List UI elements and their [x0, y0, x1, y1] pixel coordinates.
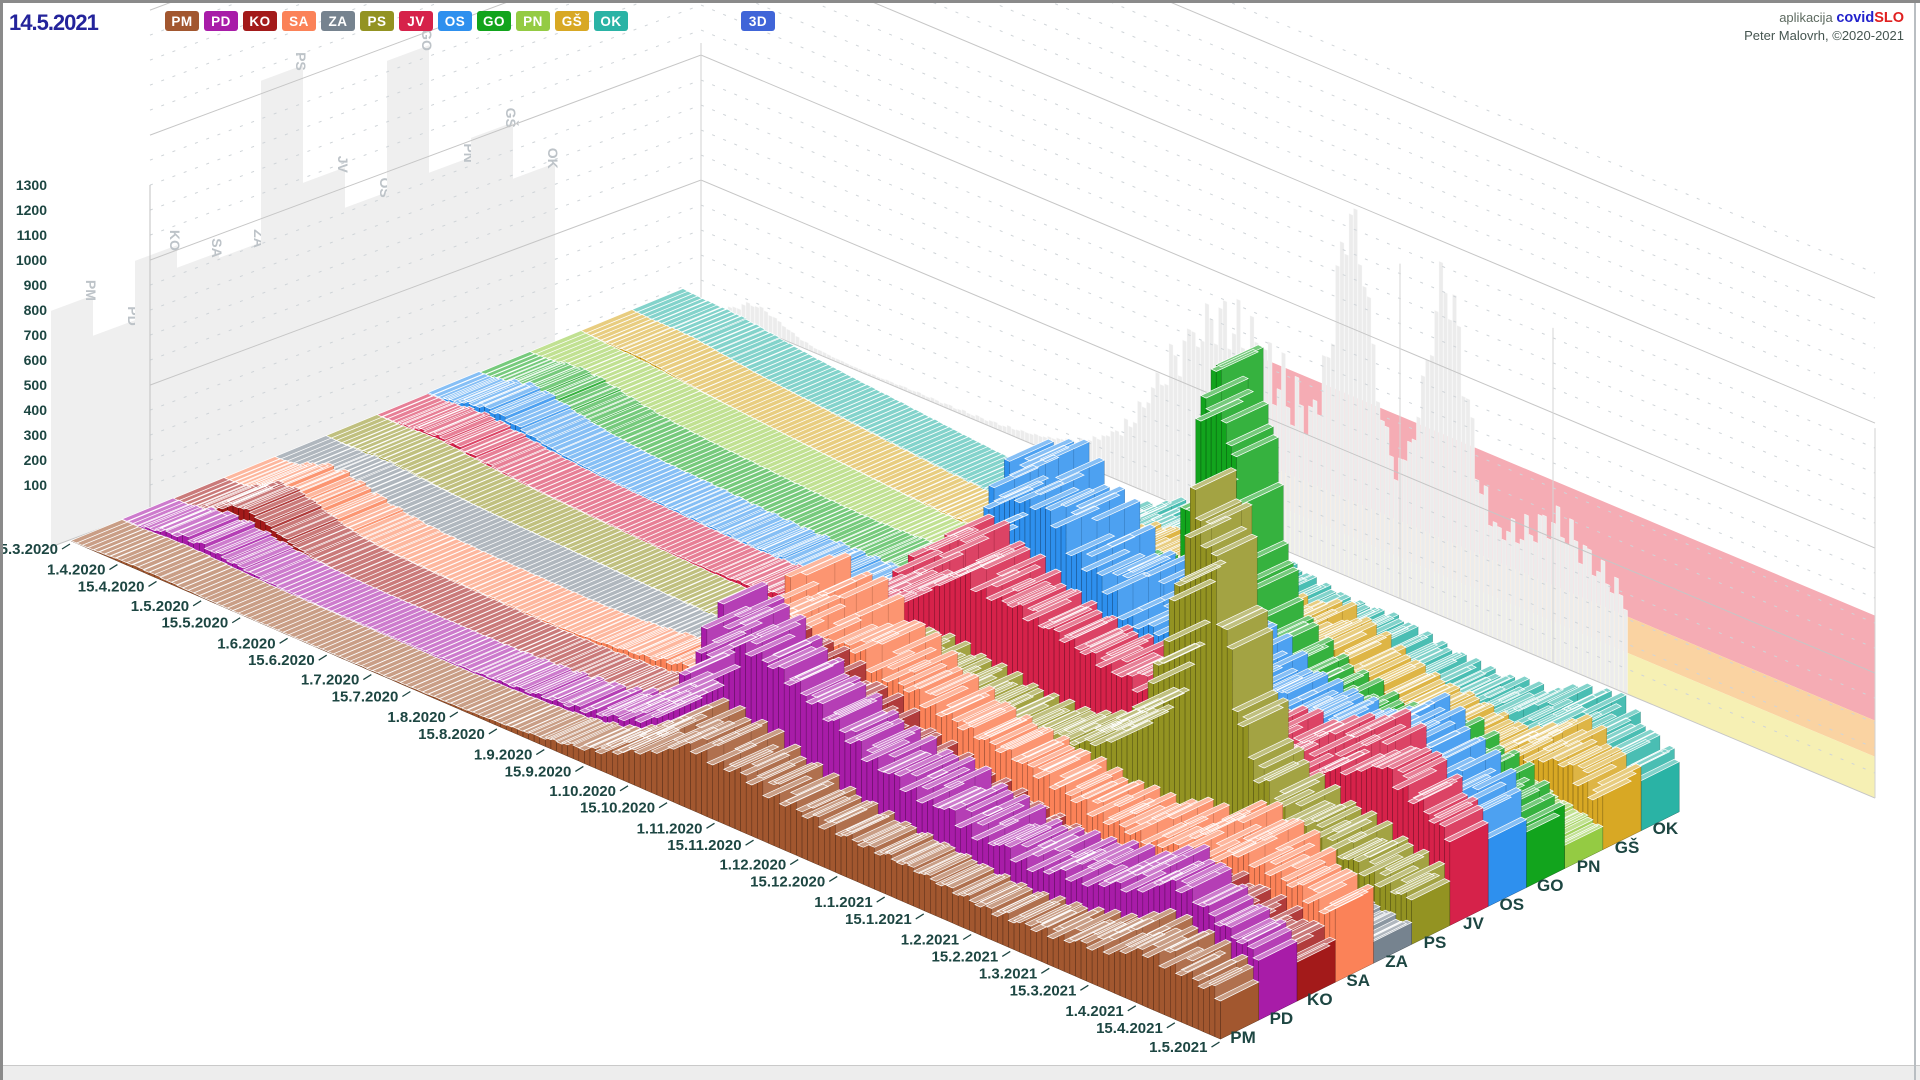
y-tick-100: 100	[24, 477, 48, 493]
date-tick-1.9.2020: 1.9.2020	[474, 747, 532, 764]
legend-chip-PM[interactable]: PM	[165, 11, 199, 31]
date-tick-15.11.2020: 15.11.2020	[667, 837, 741, 854]
wall-bar-SA	[177, 252, 219, 501]
date-tick-15.9.2020: 15.9.2020	[505, 763, 572, 780]
legend-chip-GO[interactable]: GO	[477, 11, 511, 31]
wall-bar-label-JV: JV	[335, 156, 351, 174]
wall-bar-PN	[429, 157, 471, 407]
date-tick-15.2.2021: 15.2.2021	[931, 948, 998, 965]
bottom-strip	[3, 1065, 1920, 1080]
region-label-OS: OS	[1500, 895, 1525, 914]
y-tick-900: 900	[24, 277, 48, 293]
legend-chip-OS[interactable]: OS	[438, 11, 472, 31]
wall-bar-KO	[135, 245, 177, 516]
region-label-OK: OK	[1653, 819, 1679, 838]
date-tick-15.1.2021: 15.1.2021	[845, 911, 912, 928]
y-tick-800: 800	[24, 302, 48, 318]
date-tick-1.1.2021: 1.1.2021	[814, 894, 872, 911]
wall-bar-label-GŠ: GŠ	[503, 108, 520, 128]
y-tick-600: 600	[24, 352, 48, 368]
date-tick-15.10.2020: 15.10.2020	[580, 800, 655, 817]
y-tick-400: 400	[24, 402, 48, 418]
date-tick-1.10.2020: 1.10.2020	[549, 783, 616, 800]
app-title: aplikacija covidSLO	[1744, 9, 1904, 27]
legend-chip-PS[interactable]: PS	[360, 11, 394, 31]
y-tick-1200: 1200	[16, 202, 47, 218]
region-label-SA: SA	[1346, 971, 1370, 990]
covidslo-window: PM PD KO SA ZA PS JV OS GO PN GŠ OK 100 200 300 400 500 6…	[0, 0, 1920, 1080]
mode-3d-button[interactable]: 3D	[741, 11, 775, 31]
legend-chip-KO[interactable]: KO	[243, 11, 277, 31]
window-right-edge	[1914, 3, 1916, 1080]
date-tick-15.3.2021: 15.3.2021	[1010, 982, 1077, 999]
legend-chip-PD[interactable]: PD	[204, 11, 238, 31]
region-label-PS: PS	[1424, 933, 1447, 952]
date-tick-1.7.2020: 1.7.2020	[301, 672, 359, 689]
region-label-PM: PM	[1230, 1028, 1256, 1047]
y-tick-300: 300	[24, 427, 48, 443]
date-tick-1.12.2020: 1.12.2020	[719, 857, 786, 874]
date-tick-1.3.2021: 1.3.2021	[979, 965, 1037, 982]
date-tick-1.4.2021: 1.4.2021	[1065, 1003, 1123, 1020]
brand-covid: covid	[1836, 10, 1875, 26]
region-label-ZA: ZA	[1385, 952, 1408, 971]
wall-bar-ZA	[219, 242, 261, 485]
current-date-label: 14.5.2021	[9, 10, 99, 35]
wall-bar-label-PS: PS	[293, 52, 309, 71]
y-tick-700: 700	[24, 327, 48, 343]
wall-bar-label-SA: SA	[209, 238, 225, 257]
wall-bar-JV	[303, 167, 345, 454]
region-label-PD: PD	[1270, 1009, 1294, 1028]
legend-chip-ZA[interactable]: ZA	[321, 11, 355, 31]
mode-3d-label: 3D	[741, 11, 775, 31]
date-tick-1.5.2020: 1.5.2020	[131, 598, 189, 615]
legend-chip-SA[interactable]: SA	[282, 11, 316, 31]
region-label-JV: JV	[1463, 914, 1484, 933]
region-label-GŠ: GŠ	[1615, 838, 1640, 857]
date-tick-1.8.2020: 1.8.2020	[387, 709, 445, 726]
brand-slo: SLO	[1874, 10, 1904, 26]
chart-3d-canvas[interactable]: PMPDKO SA ZAPSJVOSGOPNGŠOK1002003004005006…	[3, 3, 1920, 1065]
date-tick-15.4.2020: 15.4.2020	[78, 578, 145, 595]
legend-chip-GŠ[interactable]: GŠ	[555, 11, 589, 31]
region-label-PN: PN	[1577, 857, 1601, 876]
date-tick-1.5.2021: 1.5.2021	[1149, 1039, 1207, 1056]
date-tick-15.6.2020: 15.6.2020	[248, 652, 315, 669]
y-tick-200: 200	[24, 452, 48, 468]
wall-bar-OK	[513, 163, 555, 376]
date-tick-15.5.2020: 15.5.2020	[161, 615, 228, 632]
region-label-GO: GO	[1537, 876, 1563, 895]
date-tick-15.4.2021: 15.4.2021	[1096, 1020, 1163, 1037]
wall-bar-label-KO: KO	[167, 230, 183, 251]
wall-bar-PS	[261, 65, 303, 469]
date-tick-15.3.2020: 15.3.2020	[3, 541, 58, 558]
legend-chip-PN[interactable]: PN	[516, 11, 550, 31]
region-label-KO: KO	[1307, 990, 1333, 1009]
date-tick-15.7.2020: 15.7.2020	[332, 688, 399, 705]
wall-bar-GŠ	[471, 122, 513, 391]
app-credits: aplikacija covidSLO Peter Malovrh, ©2020…	[1744, 9, 1904, 44]
date-tick-15.8.2020: 15.8.2020	[418, 726, 485, 743]
wall-bar-label-PM: PM	[83, 280, 99, 301]
wall-bar-label-OK: OK	[545, 148, 561, 169]
wall-bar-OS	[345, 192, 387, 438]
app-title-prefix: aplikacija	[1779, 10, 1833, 25]
date-tick-1.6.2020: 1.6.2020	[217, 635, 275, 652]
date-tick-1.11.2020: 1.11.2020	[637, 820, 703, 837]
date-tick-15.12.2020: 15.12.2020	[750, 873, 825, 890]
y-tick-1000: 1000	[16, 252, 47, 268]
date-tick-1.2.2021: 1.2.2021	[901, 932, 959, 949]
date-tick-1.4.2020: 1.4.2020	[47, 562, 105, 579]
y-tick-500: 500	[24, 377, 48, 393]
y-tick-1300: 1300	[16, 177, 47, 193]
wall-bar-PM	[51, 295, 93, 547]
author-line: Peter Malovrh, ©2020-2021	[1744, 28, 1904, 43]
axis-labels: 100 200 300 400 500 600 700 800 900 1000 1100 1200 1…	[16, 177, 47, 493]
y-tick-1100: 1100	[17, 227, 48, 243]
region-legend: PM PD KO SA ZA PS JV OS GO PN GŠ OK	[165, 11, 628, 31]
legend-chip-JV[interactable]: JV	[399, 11, 433, 31]
wall-bar-PD	[93, 320, 135, 532]
legend-chip-OK[interactable]: OK	[594, 11, 628, 31]
